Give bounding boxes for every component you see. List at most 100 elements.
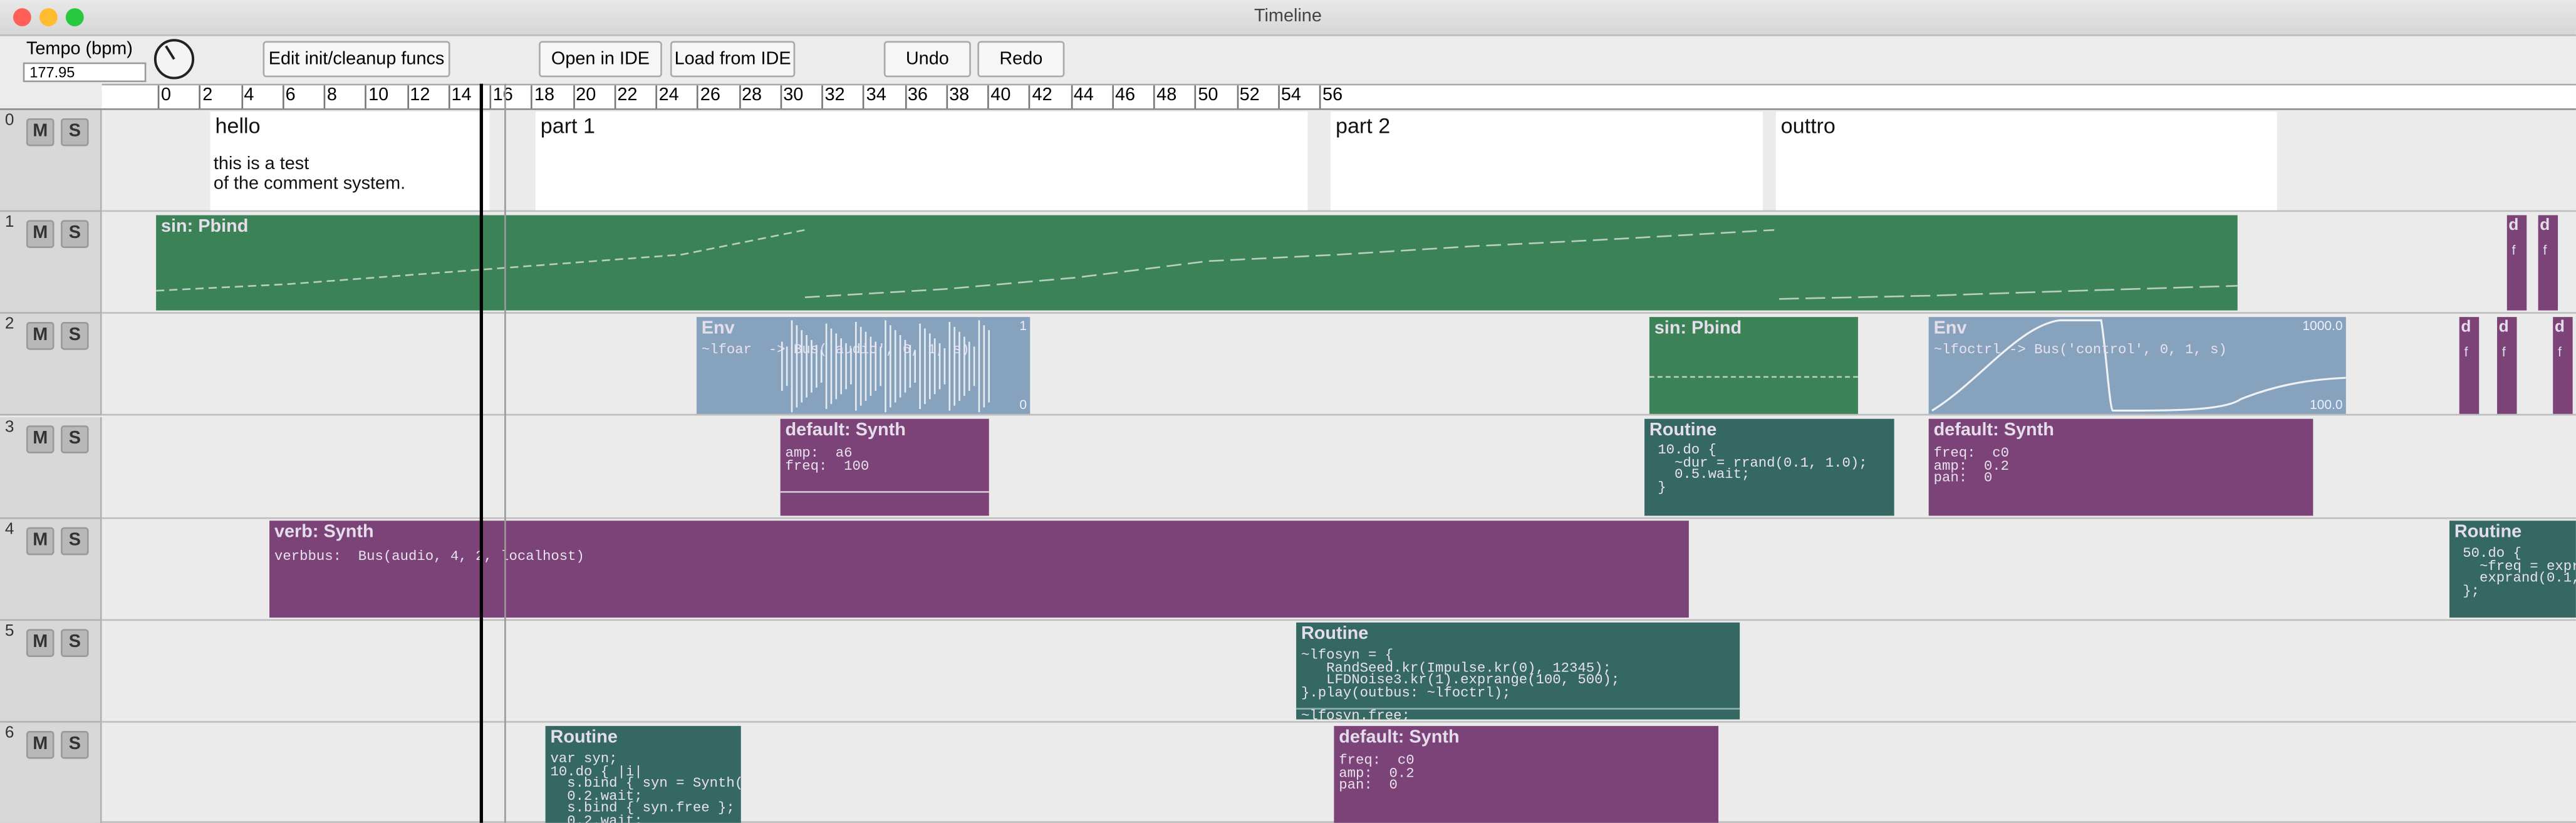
small-synth-clip[interactable]: d f (2497, 317, 2517, 414)
ruler-tick-label: 54 (1280, 85, 1301, 105)
ruler-tick-line (614, 85, 616, 109)
mute-button[interactable]: M (26, 321, 55, 350)
track-header: 3MS (0, 417, 102, 519)
track-header: 6MS (0, 722, 102, 823)
ruler-tick-label: 12 (410, 85, 430, 105)
ruler-tick-label: 28 (742, 85, 762, 105)
ruler-tick-label: 44 (1073, 85, 1094, 105)
clip-title: Routine (1649, 420, 1717, 440)
solo-button[interactable]: S (61, 527, 89, 556)
env-min-label: 100.0 (2310, 397, 2343, 413)
envelope-preview (781, 320, 990, 413)
clip-title: d (2540, 217, 2550, 236)
synth-clip-default[interactable]: default: Synth freq: c0 amp: 0.2 pan: 0 (1334, 726, 1719, 823)
window-title: Timeline (1254, 6, 1322, 26)
mute-button[interactable]: M (26, 527, 55, 556)
solo-button[interactable]: S (61, 629, 89, 657)
routine-clip[interactable]: Routine var syn; 10.do { |i| s.bind { sy… (545, 726, 741, 823)
ruler-tick-line (863, 85, 865, 109)
track-header: 1MS (0, 212, 102, 314)
comment-title: part 2 (1336, 113, 1391, 138)
env-clip-lfoar[interactable]: Env ~lfoar -> Bus('audio', 6, 1, s) 1 0 (696, 317, 1031, 414)
ruler-tick-label: 36 (907, 85, 928, 105)
comment-clip-outtro[interactable]: outtro (1775, 111, 2277, 210)
clip-title: Routine (2454, 522, 2522, 542)
comment-clip-hello[interactable]: hello this is a test of the comment syst… (210, 111, 490, 210)
playhead[interactable] (479, 83, 483, 823)
undo-button[interactable]: Undo (883, 41, 971, 78)
solo-button[interactable]: S (61, 220, 89, 248)
clip-title: Env (701, 318, 735, 339)
mute-button[interactable]: M (26, 629, 55, 657)
small-synth-clip[interactable]: d f (2506, 215, 2527, 311)
loop-marker[interactable] (504, 83, 506, 823)
comment-clip-part-1[interactable]: part 1 (535, 111, 1308, 210)
env-clip-lfoctrl[interactable]: Env ~lfoctrl -> Bus('control', 0, 1, s) … (1928, 317, 2346, 414)
synth-clip-default[interactable]: default: Synth freq: c0 amp: 0.2 pan: 0 (1928, 418, 2314, 516)
routine-clip-lfosyn[interactable]: Routine ~lfosyn = { RandSeed.kr(Impulse.… (1296, 622, 1740, 720)
ruler-tick-line (1153, 85, 1155, 109)
solo-button[interactable]: S (61, 118, 89, 147)
ruler-tick-label: 18 (534, 85, 555, 105)
clip-subtitle: f (2501, 344, 2506, 360)
clip-code: ~lfosyn.free; (1301, 708, 1410, 720)
edit-init-cleanup-funcs-button[interactable]: Edit init/cleanup funcs (262, 41, 450, 78)
load-from-ide-button[interactable]: Load from IDE (670, 41, 796, 78)
clip-code: var syn; 10.do { |i| s.bind { syn = Synt… (550, 750, 741, 823)
solo-button[interactable]: S (61, 321, 89, 350)
clip-code: 10.do { ~dur = rrand(0.1, 1.0); 0.5.wait… (1658, 442, 1867, 495)
small-synth-clip[interactable]: d f (2459, 317, 2480, 414)
ruler-tick-line (779, 85, 782, 109)
synth-clip-default[interactable]: default: Synth amp: a6 freq: 100 (780, 418, 989, 516)
ruler-tick-label: 30 (783, 85, 804, 105)
mute-button[interactable]: M (26, 425, 55, 453)
ruler-tick-label: 24 (658, 85, 679, 105)
envelope-preview (1931, 319, 2346, 412)
env-max-label: 1 (1019, 318, 1027, 334)
clip-title: d (2461, 318, 2471, 337)
ruler-tick-label: 16 (492, 85, 513, 105)
tempo-label: Tempo (bpm) (26, 39, 133, 60)
solo-button[interactable]: S (61, 425, 89, 453)
ruler-tick-line (489, 85, 492, 109)
ruler-tick-line (448, 85, 450, 109)
pbind-clip[interactable]: sin: Pbind (1649, 317, 1858, 414)
open-in-ide-button[interactable]: Open in IDE (539, 41, 662, 78)
track-number: 4 (4, 520, 14, 539)
clip-code: freq: c0 amp: 0.2 pan: 0 (1339, 752, 1415, 794)
ruler-tick-label: 48 (1156, 85, 1177, 105)
mute-button[interactable]: M (26, 730, 55, 759)
ruler-tick-label: 32 (824, 85, 845, 105)
clip-title: default: Synth (1339, 727, 1460, 748)
ruler-tick-line (157, 85, 160, 109)
tempo-knob[interactable] (153, 38, 195, 80)
small-synth-clip[interactable]: d f (2538, 215, 2558, 311)
ruler-tick-line (407, 85, 408, 109)
tempo-field[interactable]: 177.95 (23, 62, 147, 83)
ruler-tick-line (1111, 85, 1114, 109)
ruler-tick-label: 46 (1114, 85, 1136, 105)
mute-button[interactable]: M (26, 118, 55, 147)
comment-text: this is a test of the comment system. (213, 154, 406, 194)
track-header: 0MS (0, 110, 102, 212)
env-max-label: 1000.0 (2302, 318, 2343, 334)
redo-button[interactable]: Redo (977, 41, 1065, 78)
clip-title: Env (1933, 318, 1967, 339)
solo-button[interactable]: S (61, 730, 89, 759)
pbind-clip[interactable]: sin: Pbind (156, 215, 2238, 311)
clip-code: ~lfosyn = { RandSeed.kr(Impulse.kr(0), 1… (1301, 647, 1620, 701)
comment-clip-part-2[interactable]: part 2 (1331, 111, 1763, 210)
mute-button[interactable]: M (26, 220, 55, 248)
clip-title: verb: Synth (274, 522, 374, 542)
clip-title: d (2508, 217, 2519, 236)
ruler-tick-label: 26 (700, 85, 720, 105)
env-min-label: 0 (1019, 397, 1027, 413)
small-synth-clip[interactable]: d f (2553, 317, 2573, 414)
clip-title: Routine (1301, 624, 1369, 644)
ruler-tick-label: 50 (1198, 85, 1218, 105)
timeline-window: Timeline Tempo (bpm) 177.95 Edit init/cl… (0, 0, 2576, 823)
track-header: 2MS (0, 313, 102, 416)
ruler-tick-line (655, 85, 657, 109)
routine-clip[interactable]: Routine 10.do { ~dur = rrand(0.1, 1.0); … (1644, 418, 1894, 516)
routine-clip[interactable]: Routine 50.do { ~freq = expra exprand(0.… (2449, 520, 2576, 618)
